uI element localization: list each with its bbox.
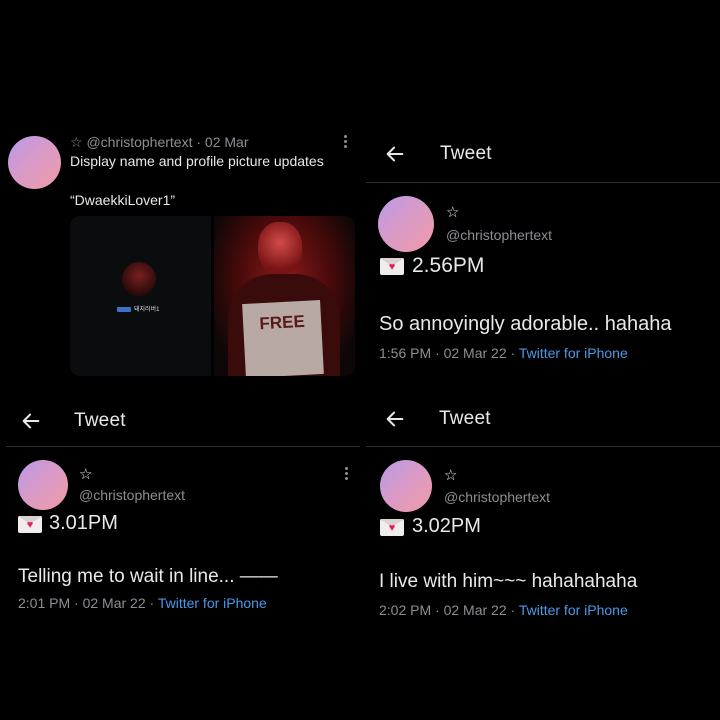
header-divider (366, 446, 720, 447)
more-vertical-icon[interactable] (345, 467, 349, 482)
tweet-timestamp: 2:01 PM · 02 Mar 22 · (18, 595, 158, 611)
photo-figure-head (258, 222, 302, 274)
avatar[interactable] (378, 196, 434, 252)
header-divider (6, 446, 360, 447)
photo-sign: FREE (242, 300, 324, 376)
tweet-meta: 2:01 PM · 02 Mar 22 · Twitter for iPhone (18, 595, 267, 611)
tweet-timestamp: 2:02 PM · 02 Mar 22 · (379, 602, 519, 618)
header-title: Tweet (439, 408, 491, 429)
star-symbol: ☆ (79, 466, 93, 483)
tweet-time-label: 2.56PM (412, 254, 485, 277)
header-title: Tweet (440, 143, 492, 164)
avatar[interactable] (18, 460, 68, 510)
tweet-timestamp: 1:56 PM · 02 Mar 22 · (379, 345, 519, 361)
tweet-handle[interactable]: @christophertext (446, 227, 552, 243)
arrow-left-icon[interactable] (384, 408, 406, 430)
header-title: Tweet (74, 410, 126, 431)
star-symbol: ☆ (446, 204, 460, 221)
tweet-text: Display name and profile picture updates (70, 153, 324, 169)
avatar[interactable] (380, 460, 432, 512)
star-symbol: ☆ (444, 467, 458, 484)
love-letter-icon: ♥ (380, 519, 404, 536)
tweet-handle[interactable]: @christophertext (444, 489, 550, 505)
tweet-source-link[interactable]: Twitter for iPhone (519, 602, 628, 618)
tweet-time-label: 3.02PM (412, 515, 481, 537)
love-letter-icon: ♥ (380, 258, 404, 275)
media-image-photo[interactable]: FREE (214, 216, 355, 376)
more-vertical-icon[interactable] (344, 135, 348, 150)
tweet-time-label: 3.01PM (49, 512, 118, 534)
tweet-source-link[interactable]: Twitter for iPhone (519, 345, 628, 361)
arrow-left-icon[interactable] (384, 143, 406, 165)
love-letter-icon: ♥ (18, 516, 42, 533)
mini-badge (117, 307, 131, 312)
tweet-meta: 2:02 PM · 02 Mar 22 · Twitter for iPhone (379, 602, 628, 618)
tweet-handle: ☆ @christophertext · 02 Mar (70, 134, 249, 150)
tweet-text: So annoyingly adorable.. hahaha (379, 313, 672, 335)
mini-display-name: 돼지러버1 (134, 307, 160, 313)
avatar[interactable] (8, 136, 61, 189)
arrow-left-icon[interactable] (20, 410, 42, 432)
header-divider (366, 182, 720, 183)
tweet-handle[interactable]: @christophertext (79, 487, 185, 503)
mini-avatar (122, 262, 156, 296)
media-image-profile[interactable] (70, 216, 211, 376)
tweet-source-link[interactable]: Twitter for iPhone (158, 595, 267, 611)
tweet-text: Telling me to wait in line... —— (18, 566, 278, 587)
quote-text: “DwaekkiLover1” (70, 192, 176, 208)
tweet-text: I live with him~~~ hahahahaha (379, 571, 638, 592)
tweet-meta: 1:56 PM · 02 Mar 22 · Twitter for iPhone (379, 345, 628, 361)
